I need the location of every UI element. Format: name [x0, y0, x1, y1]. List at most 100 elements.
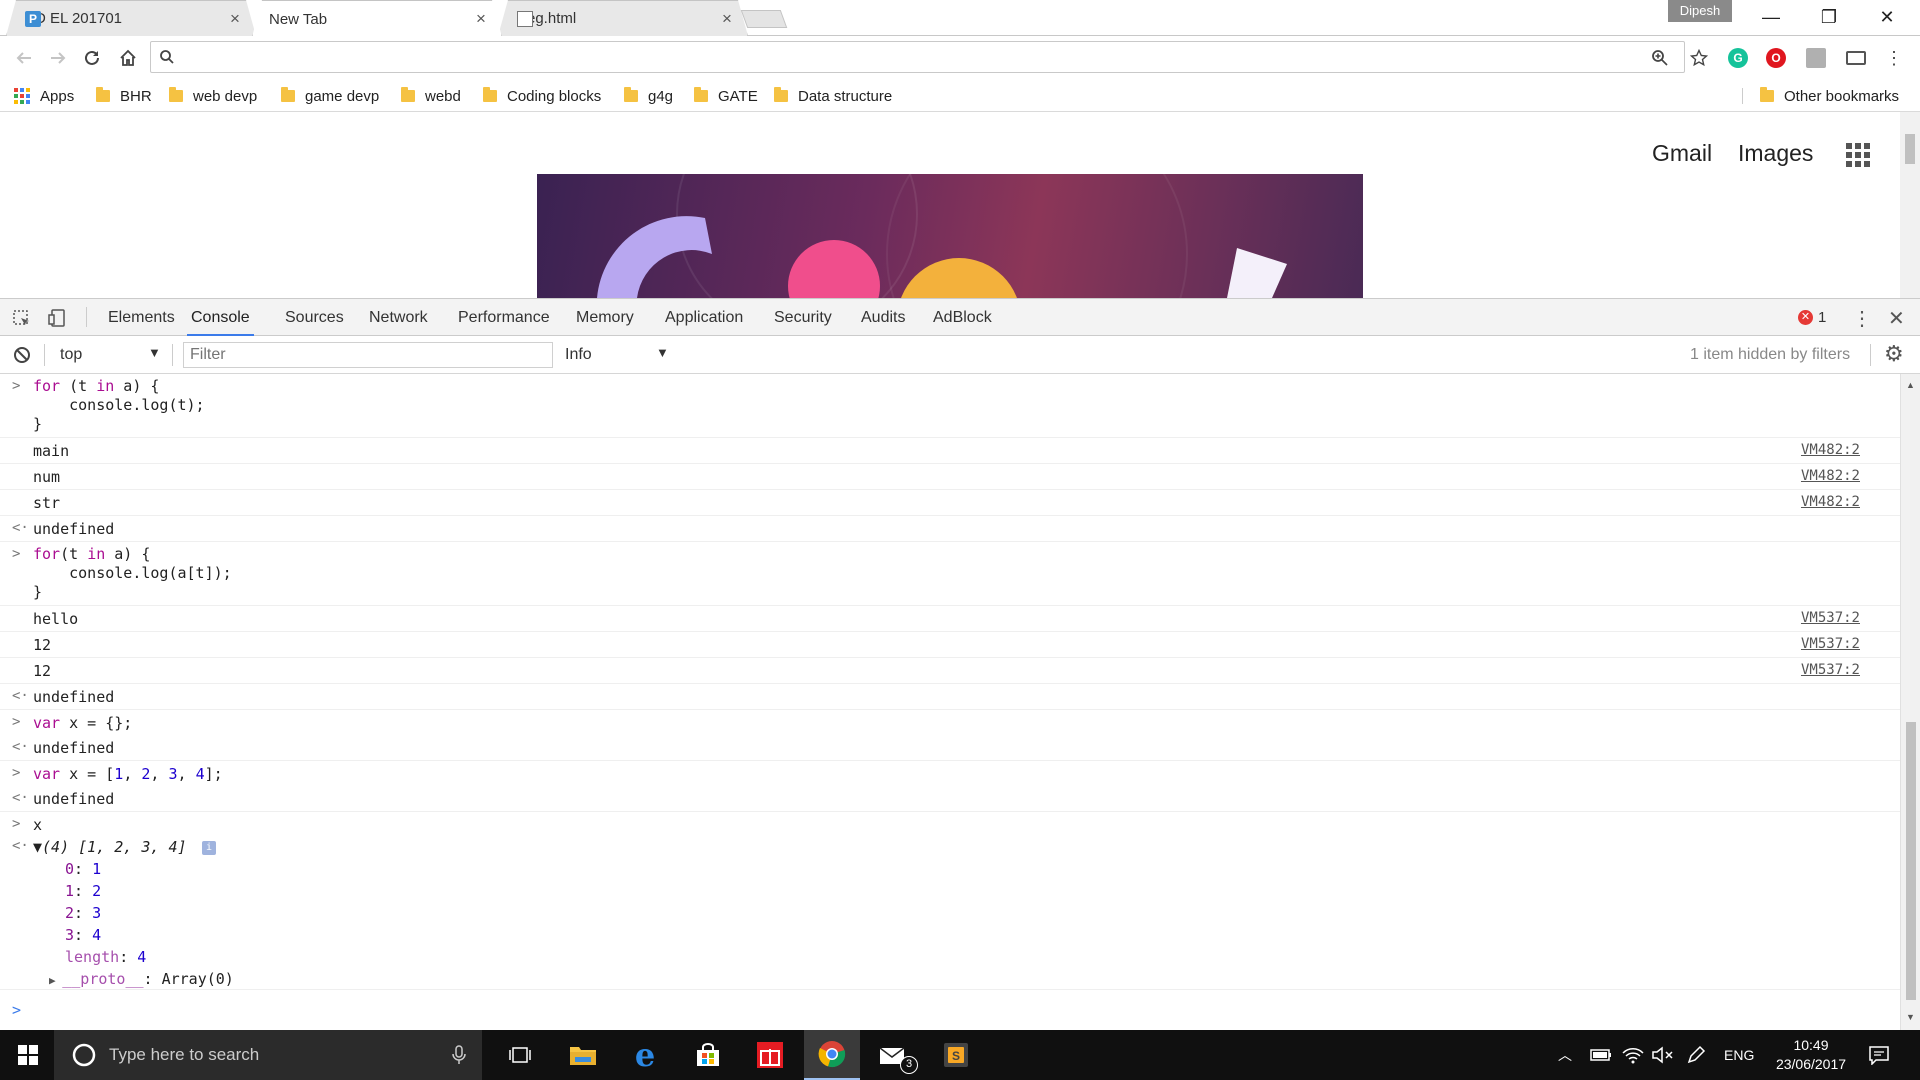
tab-sources[interactable]: Sources: [281, 299, 348, 336]
restore-button[interactable]: ❐: [1800, 0, 1858, 34]
source-link[interactable]: VM482:2: [1801, 442, 1860, 458]
filter-input[interactable]: [183, 342, 553, 368]
tray-overflow-icon[interactable]: ︿: [1558, 1030, 1572, 1080]
google-doodle[interactable]: [537, 174, 1363, 298]
volume-muted-icon[interactable]: [1652, 1046, 1674, 1064]
expand-triangle-icon[interactable]: ▶: [49, 974, 62, 987]
inspect-element-icon[interactable]: [12, 309, 32, 329]
forward-button[interactable]: [44, 44, 72, 72]
scroll-down-icon[interactable]: ▼: [1906, 1012, 1915, 1022]
more-vertical-icon[interactable]: ⋮: [1852, 306, 1872, 331]
edge-button[interactable]: e: [617, 1030, 673, 1080]
drive-icon[interactable]: [1806, 48, 1826, 68]
new-tab-button[interactable]: [740, 10, 788, 28]
device-toolbar-icon[interactable]: [48, 308, 68, 328]
bookmark-folder[interactable]: g4g: [624, 80, 673, 112]
tab-new-tab[interactable]: New Tab ×: [252, 0, 502, 37]
bookmark-folder[interactable]: Data structure: [774, 80, 892, 112]
expand-triangle-icon[interactable]: ▼: [33, 838, 42, 856]
level-select[interactable]: Info: [565, 336, 592, 373]
console-log-row: 12 VM537:2: [0, 632, 1900, 658]
console-result-row: <· undefined: [0, 684, 1900, 710]
source-link[interactable]: VM537:2: [1801, 610, 1860, 626]
source-link[interactable]: VM537:2: [1801, 662, 1860, 678]
notifications-icon[interactable]: [1868, 1045, 1890, 1065]
minimize-button[interactable]: —: [1742, 0, 1800, 34]
cast-icon[interactable]: [1846, 51, 1866, 65]
proto-entry[interactable]: ▶ __proto__: Array(0): [49, 970, 234, 990]
array-summary[interactable]: ▼(4) [1, 2, 3, 4]: [33, 838, 187, 857]
bookmark-folder[interactable]: Coding blocks: [483, 80, 601, 112]
tab-d-el[interactable]: P D EL 201701 ×: [6, 0, 256, 36]
console-code: }: [33, 583, 43, 601]
gmail-link[interactable]: Gmail: [1652, 140, 1712, 167]
taskbar-search[interactable]: Type here to search: [54, 1030, 482, 1080]
console-prompt[interactable]: >: [12, 1001, 21, 1019]
scroll-thumb[interactable]: [1905, 134, 1915, 164]
tab-memory[interactable]: Memory: [572, 299, 638, 336]
battery-icon[interactable]: [1590, 1047, 1612, 1063]
images-link[interactable]: Images: [1738, 140, 1813, 167]
bookmark-folder[interactable]: game devp: [281, 80, 379, 112]
pen-icon[interactable]: [1686, 1045, 1706, 1065]
clock[interactable]: 10:49 23/06/2017: [1766, 1036, 1856, 1074]
clear-console-icon[interactable]: [13, 346, 31, 364]
info-icon[interactable]: i: [202, 841, 216, 855]
file-explorer-button[interactable]: [555, 1030, 611, 1080]
grammarly-icon[interactable]: G: [1728, 48, 1748, 68]
bookmark-folder[interactable]: BHR: [96, 80, 152, 112]
source-link[interactable]: VM482:2: [1801, 468, 1860, 484]
tab-elements[interactable]: Elements: [104, 299, 179, 336]
console-log[interactable]: > for (t in a) { console.log(t); } main …: [0, 374, 1900, 1030]
source-link[interactable]: VM482:2: [1801, 494, 1860, 510]
tab-network[interactable]: Network: [365, 299, 432, 336]
tab-console[interactable]: Console: [187, 299, 254, 336]
scroll-up-icon[interactable]: ▲: [1906, 380, 1915, 390]
context-select[interactable]: top: [60, 336, 82, 373]
tab-security[interactable]: Security: [770, 299, 836, 336]
scroll-thumb[interactable]: [1906, 722, 1916, 1000]
close-icon[interactable]: ×: [223, 9, 247, 29]
reload-button[interactable]: [78, 44, 106, 72]
error-counter[interactable]: ✕ 1: [1798, 309, 1826, 326]
wifi-icon[interactable]: [1622, 1045, 1644, 1065]
tab-adblock[interactable]: AdBlock: [929, 299, 996, 336]
menu-button[interactable]: ⋮: [1880, 44, 1908, 72]
mail-button[interactable]: 3: [866, 1030, 922, 1080]
home-button[interactable]: [114, 44, 142, 72]
close-icon[interactable]: ×: [469, 9, 493, 29]
profile-badge[interactable]: Dipesh: [1668, 0, 1732, 22]
chrome-button[interactable]: [804, 1030, 860, 1080]
bookmark-apps[interactable]: Apps: [14, 80, 74, 112]
source-link[interactable]: VM537:2: [1801, 636, 1860, 652]
close-icon[interactable]: ×: [715, 9, 739, 29]
tab-audits[interactable]: Audits: [857, 299, 909, 336]
bookmark-star-button[interactable]: [1685, 44, 1713, 72]
sublime-button[interactable]: S: [928, 1030, 984, 1080]
zoom-icon[interactable]: [1651, 49, 1669, 67]
tab-application[interactable]: Application: [661, 299, 747, 336]
opera-icon[interactable]: O: [1766, 48, 1786, 68]
page-scrollbar[interactable]: [1900, 112, 1920, 298]
language-indicator[interactable]: ENG: [1724, 1030, 1754, 1080]
start-button[interactable]: [0, 1030, 56, 1080]
microphone-icon[interactable]: [452, 1045, 466, 1065]
bookmark-folder[interactable]: GATE: [694, 80, 758, 112]
store-button[interactable]: [680, 1030, 736, 1080]
back-button[interactable]: [10, 44, 38, 72]
address-bar[interactable]: [150, 41, 1685, 73]
close-window-button[interactable]: ✕: [1858, 0, 1916, 34]
store-icon: [697, 1043, 719, 1066]
tab-performance[interactable]: Performance: [454, 299, 554, 336]
task-view-button[interactable]: [492, 1030, 548, 1080]
tab-eg-html[interactable]: eg.html ×: [498, 0, 748, 36]
gift-app-button[interactable]: [742, 1030, 798, 1080]
bookmark-folder[interactable]: web devp: [169, 80, 257, 112]
gear-icon[interactable]: ⚙: [1884, 341, 1904, 367]
console-input-entry: > for(t in a) { console.log(a[t]); }: [0, 542, 1900, 606]
bookmark-folder[interactable]: webd: [401, 80, 461, 112]
bookmark-other[interactable]: Other bookmarks: [1760, 80, 1899, 112]
close-icon[interactable]: ✕: [1888, 306, 1905, 331]
console-scrollbar[interactable]: ▲ ▼: [1900, 374, 1920, 1030]
google-apps-button[interactable]: [1846, 143, 1870, 167]
